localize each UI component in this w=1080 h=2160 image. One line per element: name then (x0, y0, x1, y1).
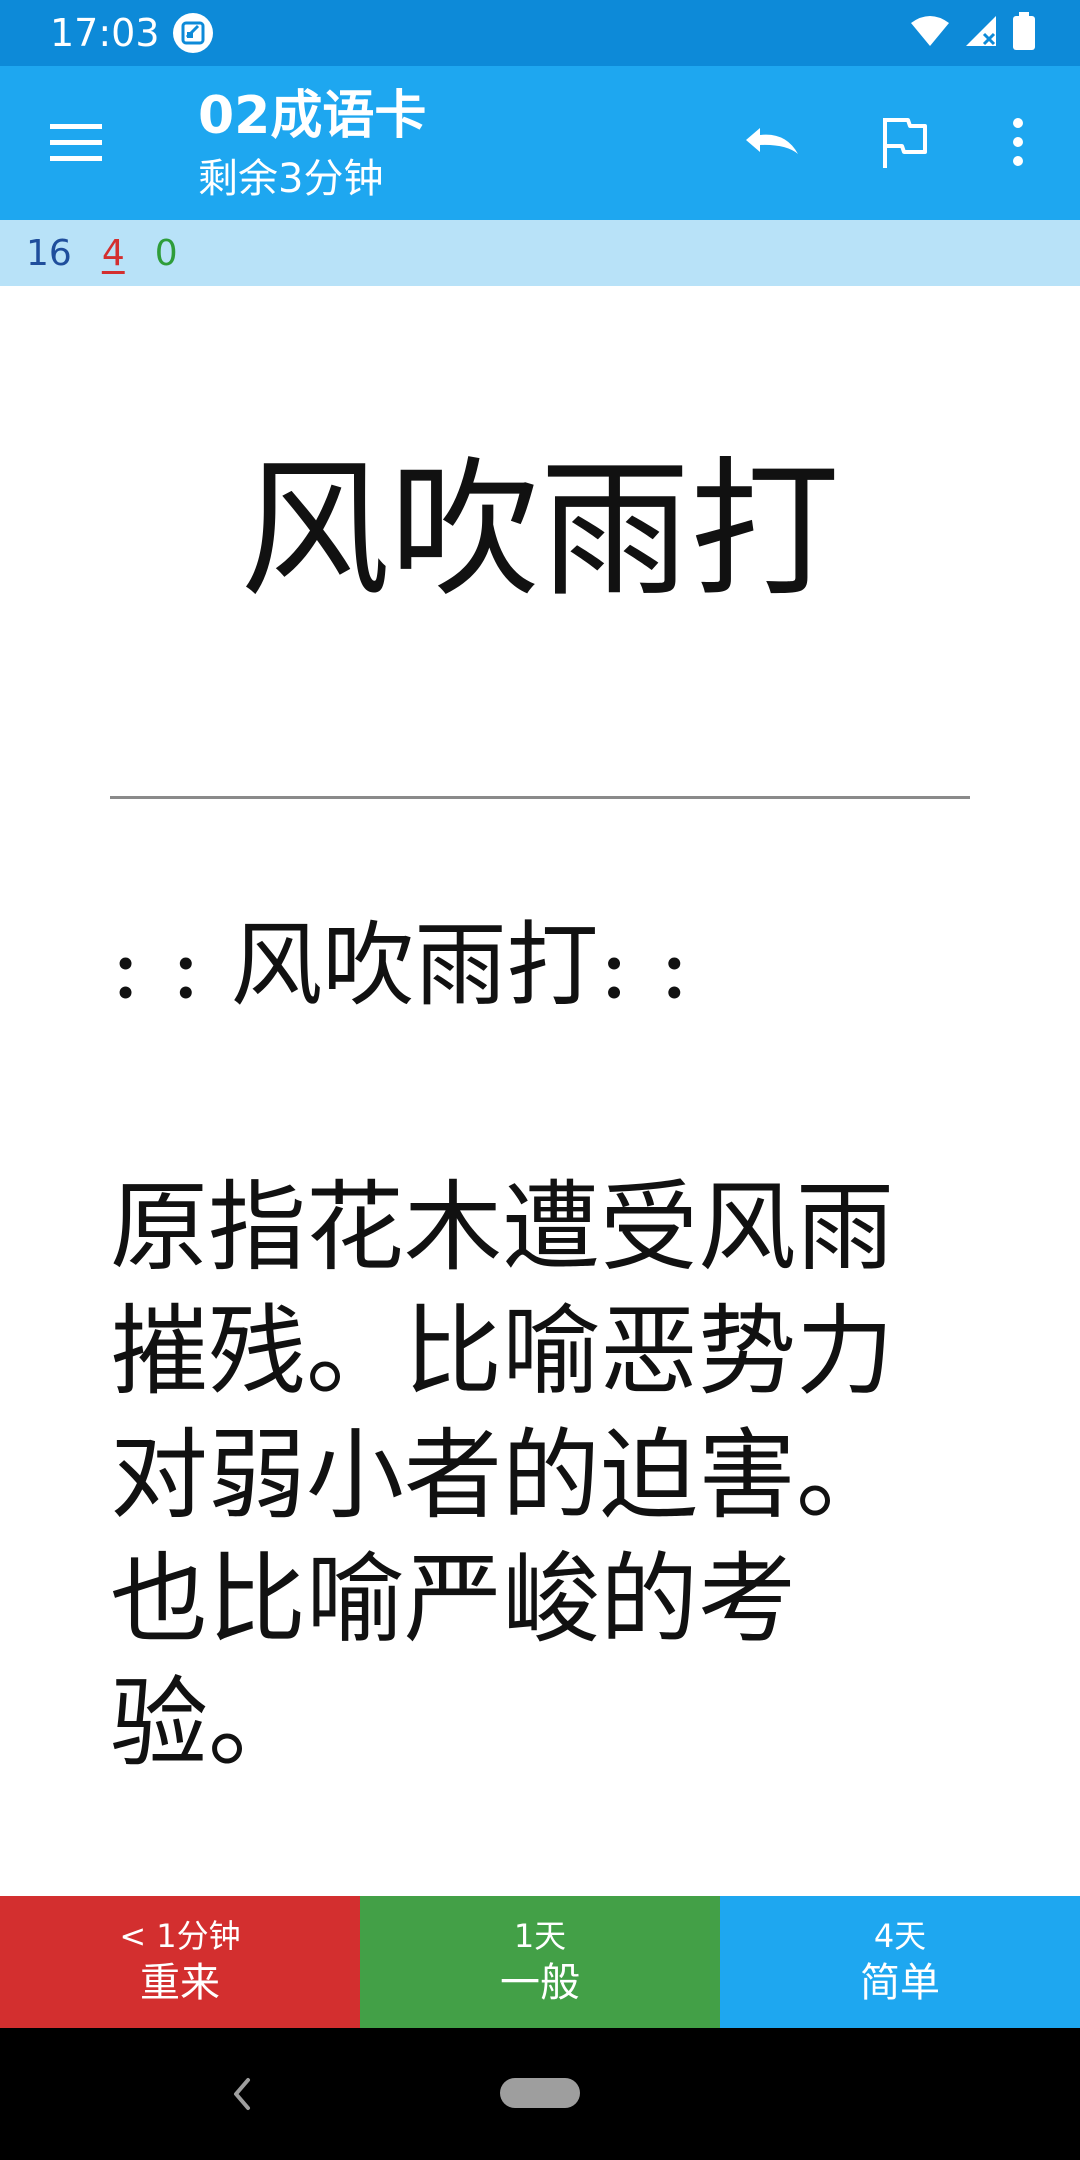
good-interval: 1天 (513, 1917, 567, 1955)
back-icon[interactable] (222, 2072, 262, 2116)
easy-interval: 4天 (873, 1917, 927, 1955)
battery-icon (1012, 11, 1036, 55)
card-counts-bar: 16 4 0 (0, 220, 1080, 286)
good-label: 一般 (500, 1960, 580, 2006)
review-count: 0 (154, 232, 178, 274)
app-bar: 02成语卡 剩余3分钟 (0, 66, 1080, 220)
flag-button[interactable] (866, 106, 942, 182)
answer-word: : : 风吹雨打: : (110, 912, 690, 1019)
good-button[interactable]: 1天 一般 (360, 1896, 720, 2028)
app-notification-icon (172, 12, 214, 54)
again-label: 重来 (140, 1960, 220, 2006)
undo-icon (742, 122, 802, 166)
deck-title: 02成语卡 (198, 86, 427, 146)
home-pill-button[interactable] (500, 2078, 580, 2108)
again-button[interactable]: < 1分钟 重来 (0, 1896, 360, 2028)
time-remaining: 剩余3分钟 (198, 156, 384, 202)
status-time: 17:03 (50, 11, 160, 55)
answer-divider (110, 796, 970, 799)
status-bar: 17:03 (0, 0, 1080, 66)
card-content[interactable]: 风吹雨打 : : 风吹雨打: : 原指花木遭受风雨摧残。比喻恶势力对弱小者的迫害… (0, 286, 1080, 1896)
answer-buttons: < 1分钟 重来 1天 一般 4天 简单 (0, 1896, 1080, 2028)
flag-icon (880, 114, 928, 174)
undo-button[interactable] (730, 106, 814, 182)
learning-count: 4 (101, 232, 125, 274)
new-count: 16 (26, 232, 72, 274)
overflow-menu-button[interactable] (990, 106, 1046, 182)
answer-definition: 原指花木遭受风雨摧残。比喻恶势力对弱小者的迫害。也比喻严峻的考验。 (110, 1171, 895, 1781)
cell-signal-icon (964, 14, 998, 52)
system-navigation-bar (0, 2028, 1080, 2160)
card-question: 风吹雨打 (239, 444, 840, 618)
more-vert-icon (1011, 117, 1025, 171)
wifi-icon (910, 15, 950, 51)
again-interval: < 1分钟 (119, 1917, 241, 1955)
menu-button[interactable] (38, 106, 114, 182)
status-icons (910, 11, 1036, 55)
menu-icon (50, 122, 102, 166)
easy-button[interactable]: 4天 简单 (720, 1896, 1080, 2028)
easy-label: 简单 (860, 1960, 940, 2006)
